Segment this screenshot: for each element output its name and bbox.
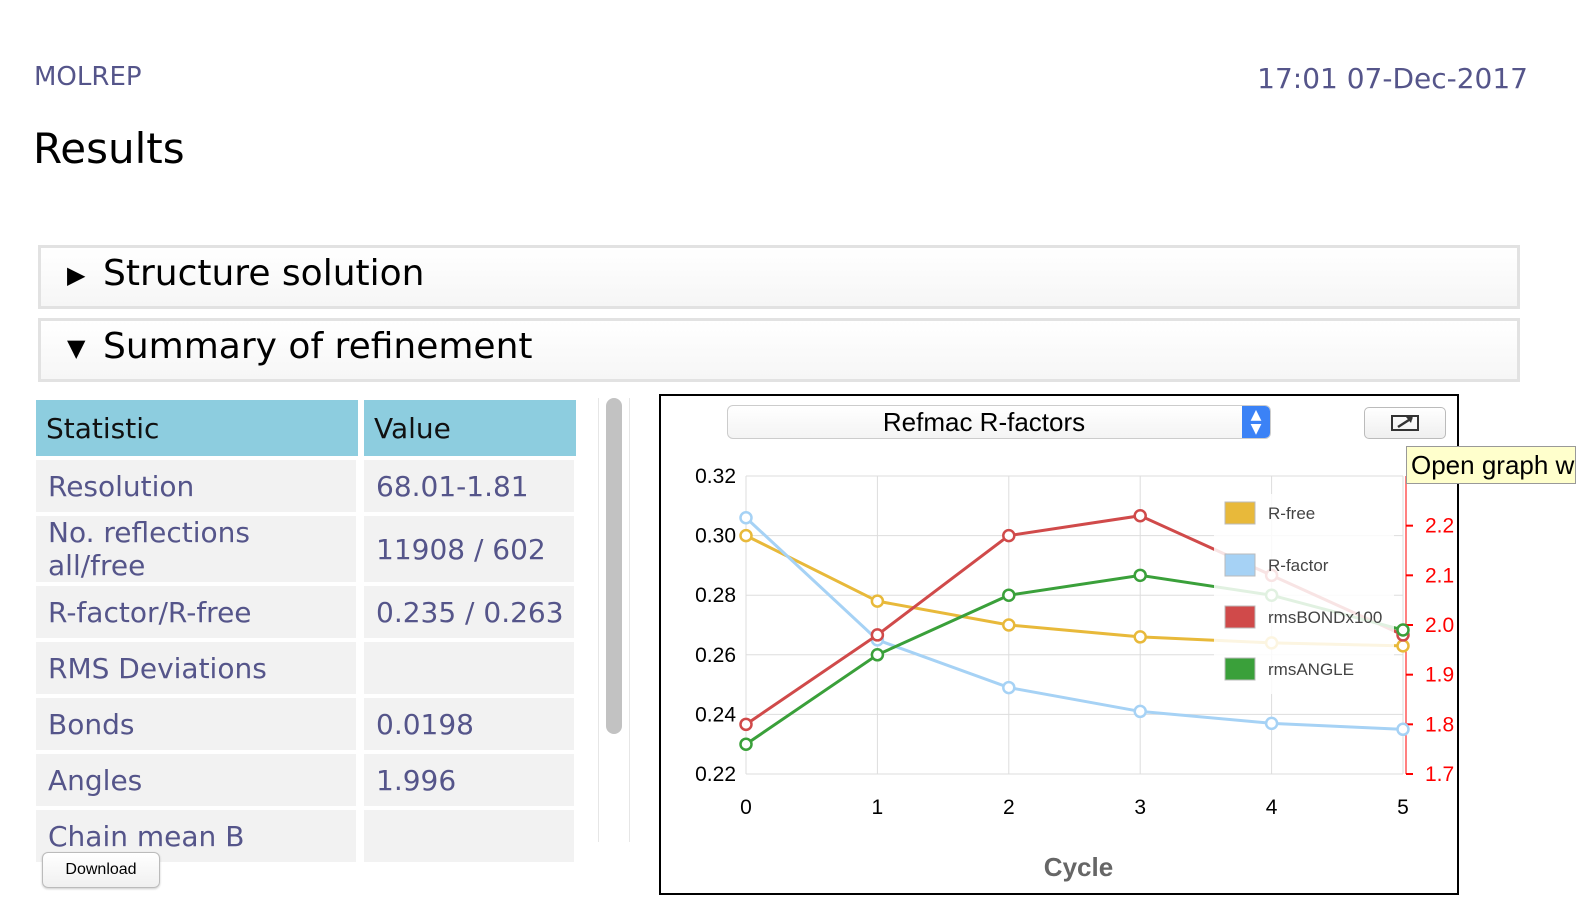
data-point-r-free	[739, 528, 753, 543]
statistics-table: Statistic Value Resolution 68.01-1.81 No…	[36, 400, 582, 862]
y2-tick-label: 1.9	[1425, 664, 1454, 687]
data-point-rmsbondx100	[1002, 528, 1016, 543]
x-tick-label: 5	[1397, 796, 1409, 819]
y-tick-label: 0.30	[695, 525, 736, 548]
stat-name: RMS Deviations	[36, 638, 364, 694]
x-tick-label: 3	[1134, 796, 1146, 819]
header-value: Value	[364, 400, 582, 456]
legend-swatch	[1224, 657, 1256, 681]
stat-value: 11908 / 602	[364, 512, 582, 582]
y2-tick-label: 1.7	[1425, 763, 1454, 786]
legend-swatch	[1224, 501, 1256, 525]
legend-swatch	[1224, 605, 1256, 629]
y2-tick-label: 2.2	[1425, 515, 1454, 538]
stat-name: Bonds	[36, 694, 364, 750]
external-window-icon	[1391, 415, 1419, 431]
data-point-r-free	[870, 594, 885, 608]
y-axis-title: R-factor	[661, 575, 664, 675]
data-point-r-factor	[1264, 716, 1279, 731]
stat-value	[364, 806, 582, 862]
x-tick-label: 2	[1003, 796, 1015, 819]
timestamp: 17:01 07-Dec-2017	[1257, 62, 1528, 95]
data-point-rmsangle	[739, 737, 753, 751]
y-tick-label: 0.32	[695, 465, 736, 488]
table-row: RMS Deviations	[36, 638, 582, 694]
y-tick-label: 0.22	[695, 763, 736, 786]
y2-tick-label: 2.1	[1425, 564, 1454, 587]
app-name: MOLREP	[34, 62, 142, 92]
table-row: Bonds 0.0198	[36, 694, 582, 750]
y-tick-label: 0.24	[695, 703, 736, 726]
table-row: R-factor/R-free 0.235 / 0.263	[36, 582, 582, 638]
table-row: No. reflections all/free 11908 / 602	[36, 512, 582, 582]
y-tick-label: 0.26	[695, 644, 736, 667]
expand-arrow-icon: ▶	[67, 261, 86, 289]
legend-label: rmsBONDx100	[1268, 608, 1382, 627]
data-point-rmsangle	[870, 648, 885, 662]
section-label: Summary of refinement	[103, 326, 533, 367]
legend-label: rmsANGLE	[1268, 660, 1354, 679]
header-statistic: Statistic	[36, 400, 364, 456]
y-tick-label: 0.28	[695, 584, 736, 607]
open-graph-window-button[interactable]	[1364, 407, 1446, 439]
stat-name: R-factor/R-free	[36, 582, 364, 638]
stat-value: 0.235 / 0.263	[364, 582, 582, 638]
data-point-rmsbondx100	[870, 628, 885, 642]
table-header-row: Statistic Value	[36, 400, 582, 456]
stat-name: No. reflections all/free	[36, 512, 364, 582]
stat-name: Angles	[36, 750, 364, 806]
table-row: Resolution 68.01-1.81	[36, 456, 582, 512]
data-point-rmsbondx100	[739, 717, 753, 732]
x-tick-label: 0	[740, 796, 752, 819]
y2-tick-label: 2.0	[1425, 614, 1454, 637]
data-point-rmsangle	[1396, 623, 1410, 637]
legend-label: R-free	[1268, 504, 1315, 523]
data-point-r-factor	[1133, 704, 1147, 719]
page-title: Results	[33, 124, 185, 173]
stat-name: Resolution	[36, 456, 364, 512]
y2-tick-label: 1.8	[1425, 713, 1454, 736]
stat-value: 0.0198	[364, 694, 582, 750]
updown-chevron-icon: ▲ ▼	[1242, 406, 1270, 438]
legend-swatch	[1224, 553, 1256, 577]
x-tick-label: 1	[872, 796, 884, 819]
x-axis-title: Cycle	[1044, 852, 1113, 882]
data-point-rmsbondx100	[1133, 508, 1147, 523]
stat-value: 68.01-1.81	[364, 456, 582, 512]
data-point-rmsangle	[1133, 568, 1147, 583]
data-point-r-factor	[1002, 680, 1016, 695]
data-point-rmsangle	[1002, 588, 1016, 602]
refmac-r-factors-chart: 0.22 0.24 0.26 0.28 0.30 0.32 0 1 2 3 4 5 1.7 1.8 1.9 2…	[661, 465, 1454, 882]
data-point-r-factor	[1396, 722, 1410, 737]
stat-value: 1.996	[364, 750, 582, 806]
data-point-r-free	[1396, 639, 1410, 653]
stat-value	[364, 638, 582, 694]
section-label: Structure solution	[103, 253, 425, 294]
data-point-r-free	[1133, 630, 1147, 644]
graph-select-dropdown[interactable]: Refmac R-factors ▲ ▼	[727, 405, 1271, 439]
legend-label: R-factor	[1268, 556, 1329, 575]
open-graph-tooltip: Open graph window	[1406, 446, 1576, 484]
collapse-arrow-icon: ▼	[67, 334, 86, 362]
table-scrollbar-thumb[interactable]	[606, 398, 622, 734]
section-summary-of-refinement[interactable]: ▼ Summary of refinement	[38, 318, 1520, 382]
data-point-r-free	[1002, 618, 1016, 632]
download-button[interactable]: Download	[42, 852, 160, 888]
table-row: Angles 1.996	[36, 750, 582, 806]
graph-select-value: Refmac R-factors	[882, 407, 1086, 437]
section-structure-solution[interactable]: ▶ Structure solution	[38, 245, 1520, 309]
data-point-r-factor	[739, 510, 753, 525]
x-tick-label: 4	[1266, 796, 1278, 819]
